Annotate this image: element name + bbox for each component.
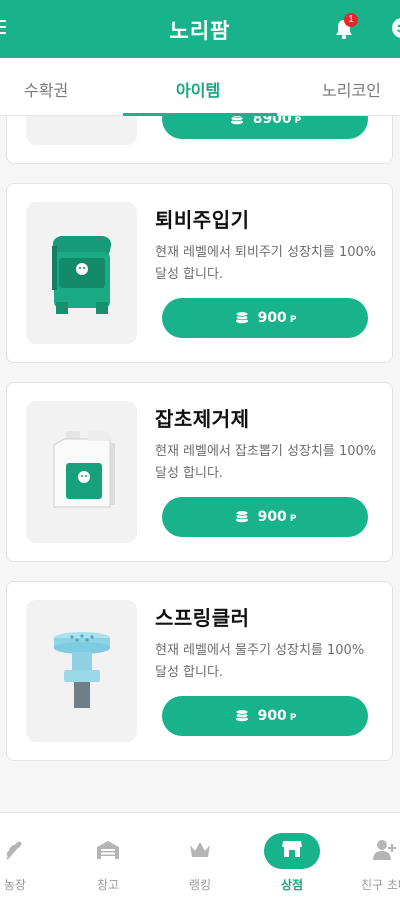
nav-label: 친구 초대 <box>361 878 400 892</box>
item-description: 현재 레벨에서 물주기 성장치를 100% 달성 합니다. <box>155 643 365 680</box>
price-unit: P <box>289 315 297 325</box>
nav-store[interactable]: 상점 <box>252 813 332 900</box>
list-item: 퇴비주입기 현재 레벨에서 퇴비주기 성장치를 100% 달성 합니다. 900… <box>6 183 393 363</box>
sprinkler-icon <box>54 632 110 708</box>
tab-item[interactable]: 아이템 <box>176 77 220 101</box>
list-item: 8900 P <box>6 116 393 164</box>
price-unit: P <box>294 116 302 126</box>
nav-label: 농장 <box>3 878 27 892</box>
nav-ranking[interactable]: 랭킹 <box>160 813 240 900</box>
list-item: 잡초제거제 현재 레벨에서 잡초뽑기 성장치를 100% 달성 합니다. 900… <box>6 382 393 562</box>
coin-icon <box>230 116 244 124</box>
item-image <box>26 401 137 543</box>
price-unit: P <box>289 713 297 723</box>
price-value: 900 <box>257 708 287 724</box>
app-header: 노리팜 1 <box>0 0 400 58</box>
nav-invite-friend[interactable]: 친구 초대 <box>345 813 400 900</box>
nav-label: 창고 <box>96 878 120 892</box>
nav-label: 상점 <box>280 878 304 892</box>
list-item: 스프링클러 현재 레벨에서 물주기 성장치를 100% 달성 합니다. 900 P <box>6 581 393 761</box>
notification-badge: 1 <box>344 13 358 27</box>
item-image <box>26 116 137 145</box>
item-image <box>26 600 137 742</box>
warehouse-icon <box>97 841 119 859</box>
store-icon <box>282 841 302 857</box>
tab-harvest-ticket[interactable]: 수확권 <box>24 77 68 101</box>
crown-icon <box>190 842 210 857</box>
add-friend-icon <box>373 840 396 860</box>
nav-farm[interactable]: 농장 <box>0 813 55 900</box>
coin-icon <box>235 310 248 323</box>
item-name: 잡초제거제 <box>155 407 250 431</box>
weed-killer-icon <box>53 431 115 508</box>
item-list[interactable]: 8900 P 퇴비주입기 현재 레벨에서 퇴비주기 성장치를 100% 달성 합니… <box>0 116 400 812</box>
coin-icon <box>235 708 248 721</box>
item-name: 퇴비주입기 <box>155 208 250 232</box>
coin-icon <box>235 509 248 522</box>
item-image <box>26 202 137 344</box>
bottom-navigation: 농장 창고 랭킹 상점 친구 초대 <box>0 812 400 900</box>
compost-injector-icon <box>52 236 112 314</box>
price-value: 900 <box>257 509 287 525</box>
buy-button[interactable]: 900 P <box>162 497 368 537</box>
item-description: 현재 레벨에서 잡초뽑기 성장치를 100% 달성 합니다. <box>155 444 377 481</box>
item-name: 스프링클러 <box>155 606 250 630</box>
price-value: 900 <box>257 310 287 326</box>
nav-warehouse[interactable]: 창고 <box>68 813 148 900</box>
buy-button[interactable]: 900 P <box>162 298 368 338</box>
buy-button[interactable]: 900 P <box>162 696 368 736</box>
price-value: 8900 <box>252 116 292 127</box>
tab-nori-coin[interactable]: 노리코인 <box>322 77 381 101</box>
farm-icon <box>6 841 22 860</box>
category-tabs: 수확권 아이템 노리코인 <box>0 58 400 116</box>
profile-icon[interactable] <box>391 17 400 39</box>
nav-label: 랭킹 <box>188 878 212 892</box>
buy-button[interactable]: 8900 P <box>162 116 368 139</box>
item-description: 현재 레벨에서 퇴비주기 성장치를 100% 달성 합니다. <box>155 245 377 282</box>
price-unit: P <box>289 514 297 524</box>
